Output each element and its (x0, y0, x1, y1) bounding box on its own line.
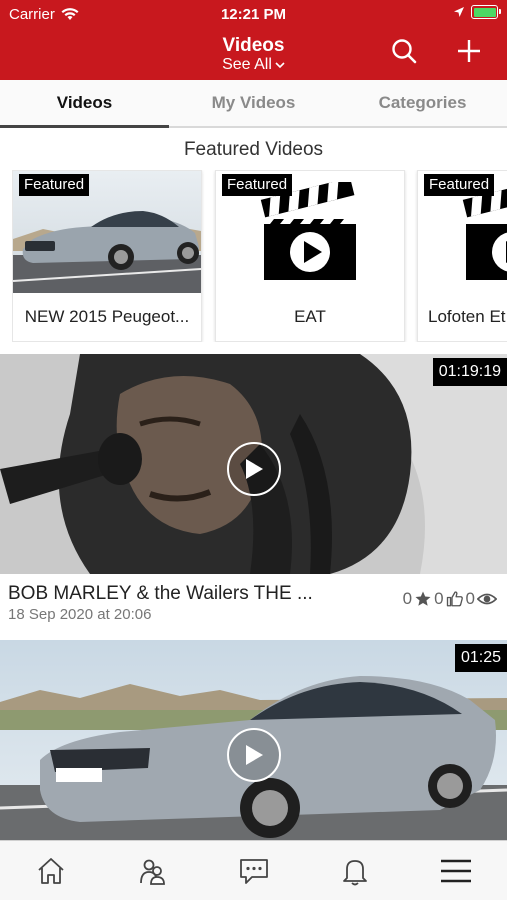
see-all-label: See All (222, 56, 272, 73)
video-stats: 0 0 0 (403, 589, 497, 609)
video-duration: 01:19:19 (432, 358, 507, 386)
featured-badge: Featured (222, 174, 293, 196)
featured-badge: Featured (19, 174, 90, 196)
clapperboard-icon (462, 182, 507, 280)
video-thumbnail[interactable]: 01:25 (0, 640, 507, 840)
video-thumbnail[interactable]: 01:19:19 (0, 354, 507, 574)
video-title[interactable]: BOB MARLEY & the Wailers THE ... (8, 583, 313, 605)
menu-icon (441, 859, 472, 882)
video-date: 18 Sep 2020 at 20:06 (8, 606, 152, 623)
tab-my-videos[interactable]: My Videos (169, 80, 338, 126)
plus-icon (458, 40, 480, 62)
home-icon (38, 857, 64, 884)
status-time: 12:21 PM (220, 6, 287, 23)
page-title: Videos (222, 35, 285, 56)
app-header: Carrier 12:21 PM Videos See All (0, 0, 507, 80)
users-icon (140, 859, 166, 885)
play-icon (246, 459, 263, 479)
view-count: 0 (465, 589, 475, 608)
featured-caption: EAT (294, 307, 326, 326)
video-meta: BOB MARLEY & the Wailers THE ... 18 Sep … (0, 574, 507, 630)
star-icon (415, 591, 431, 606)
featured-card[interactable]: Featured Lofoten Et (417, 170, 507, 342)
featured-carousel[interactable]: Featured NEW 2015 Peugeot... Featured EA… (12, 170, 507, 342)
featured-card[interactable]: Featured NEW 2015 Peugeot... (12, 170, 202, 342)
rating-count: 0 (402, 589, 413, 608)
header-title-area[interactable]: Videos See All (0, 35, 507, 74)
play-icon (246, 745, 263, 765)
video-item[interactable]: 01:25 (0, 640, 507, 840)
nav-members[interactable] (101, 841, 202, 900)
chevron-down-icon (275, 62, 285, 69)
tab-videos[interactable]: Videos (0, 80, 169, 128)
location-arrow-icon (454, 7, 464, 17)
status-bar: Carrier 12:21 PM (0, 0, 507, 28)
play-button[interactable] (227, 442, 281, 496)
featured-section-title: Featured Videos (183, 139, 324, 160)
bottom-tab-bar (0, 840, 507, 900)
featured-caption: NEW 2015 Peugeot... (24, 307, 190, 326)
segment-tabs: Videos My Videos Categories (0, 80, 507, 128)
play-button[interactable] (227, 728, 281, 782)
tab-categories[interactable]: Categories (338, 80, 507, 126)
search-icon (392, 39, 417, 64)
clapperboard-icon (260, 182, 356, 280)
eye-icon (477, 593, 497, 605)
nav-home[interactable] (0, 841, 101, 900)
nav-menu[interactable] (406, 841, 507, 900)
add-button[interactable] (454, 36, 484, 66)
nav-notifications[interactable] (304, 841, 405, 900)
battery-icon (471, 5, 501, 19)
chat-icon (239, 858, 268, 884)
search-button[interactable] (389, 36, 419, 66)
featured-badge: Featured (424, 174, 495, 196)
bell-icon (343, 859, 367, 885)
status-right (453, 5, 501, 19)
featured-card[interactable]: Featured EAT (215, 170, 405, 342)
video-duration: 01:25 (454, 644, 507, 672)
thumbs-up-icon (446, 591, 463, 607)
video-item[interactable]: 01:19:19 BOB MARLEY & the Wailers THE ..… (0, 354, 507, 630)
like-count: 0 (434, 589, 444, 608)
see-all-dropdown[interactable]: See All (222, 56, 285, 74)
featured-caption: Lofoten Et (428, 307, 506, 326)
nav-messages[interactable] (203, 841, 304, 900)
